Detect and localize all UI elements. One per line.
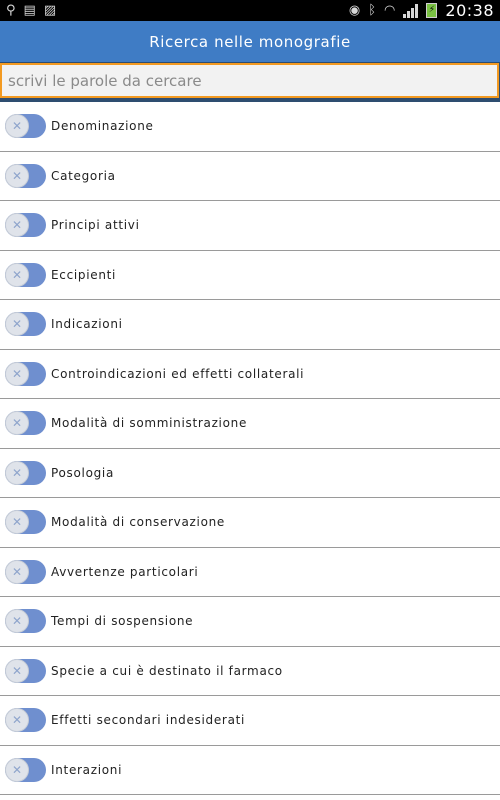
clock: 20:38 [445, 1, 494, 20]
close-icon: ✕ [5, 262, 29, 287]
filter-label: Tempi di sospensione [51, 614, 194, 629]
close-icon: ✕ [5, 114, 29, 139]
filter-row[interactable]: ✕ Eccipienti [0, 251, 500, 300]
filter-label: Interazioni [51, 762, 123, 777]
filter-toggle[interactable]: ✕ [5, 411, 46, 436]
close-icon: ✕ [5, 312, 29, 337]
eye-icon: ◉ [348, 3, 361, 18]
filter-row[interactable]: ✕ Modalità di conservazione [0, 498, 500, 548]
app-header: Ricerca nelle monografie [0, 21, 500, 62]
filter-row[interactable]: ✕ Categoria [0, 152, 500, 201]
filter-toggle[interactable]: ✕ [5, 559, 46, 584]
close-icon: ✕ [5, 510, 29, 535]
filter-toggle[interactable]: ✕ [5, 757, 46, 782]
wifi-icon: ◠ [384, 3, 396, 18]
filter-label: Modalità di conservazione [51, 515, 226, 530]
filter-label: Indicazioni [51, 317, 123, 332]
filter-row[interactable]: ✕ Principi attivi [0, 201, 500, 251]
status-bar-right: ◉ ᛒ ◠ ⚡ 20:38 [349, 1, 494, 20]
battery-charging-icon: ⚡ [426, 3, 438, 18]
filter-toggle[interactable]: ✕ [5, 114, 46, 139]
close-icon: ✕ [5, 163, 29, 188]
close-icon: ✕ [5, 213, 29, 238]
filter-label: Eccipienti [51, 267, 117, 282]
status-bar: ⚲ ▤ ▨ ◉ ᛒ ◠ ⚡ 20:38 [0, 0, 500, 21]
filter-toggle[interactable]: ✕ [5, 510, 46, 535]
filter-row[interactable]: ✕ Effetti secondari indesiderati [0, 696, 500, 746]
search-input[interactable] [0, 63, 499, 98]
filter-label: Posologia [51, 465, 115, 480]
filter-row[interactable]: ✕ Tempi di sospensione [0, 597, 500, 647]
filter-row[interactable]: ✕ Denominazione [0, 102, 500, 152]
close-icon: ✕ [5, 411, 29, 436]
filter-toggle[interactable]: ✕ [5, 658, 46, 683]
search-bar [0, 62, 500, 102]
filter-label: Controindicazioni ed effetti collaterali [51, 366, 305, 381]
filter-row[interactable]: ✕ Avvertenze particolari [0, 548, 500, 597]
close-icon: ✕ [5, 757, 29, 782]
filter-toggle[interactable]: ✕ [5, 163, 46, 188]
filter-label: Denominazione [51, 119, 154, 134]
filter-row[interactable]: ✕ Indicazioni [0, 300, 500, 350]
close-icon: ✕ [5, 708, 29, 733]
filter-toggle[interactable]: ✕ [5, 609, 46, 634]
filter-list: ✕ Denominazione ✕ Categoria ✕ Principi attivi… [0, 102, 500, 795]
close-icon: ✕ [5, 361, 29, 386]
filter-row[interactable]: ✕ Controindicazioni ed effetti collateral… [0, 350, 500, 399]
close-icon: ✕ [5, 559, 29, 584]
filter-label: Effetti secondari indesiderati [51, 713, 246, 728]
close-icon: ✕ [5, 460, 29, 485]
filter-row[interactable]: ✕ Specie a cui è destinato il farmaco [0, 647, 500, 696]
filter-toggle[interactable]: ✕ [5, 361, 46, 386]
status-bar-left: ⚲ ▤ ▨ [6, 4, 56, 17]
filter-label: Specie a cui è destinato il farmaco [51, 663, 283, 678]
bluetooth-icon: ᛒ [368, 3, 377, 18]
sim-card-icon: ▤ [23, 3, 36, 18]
filter-row[interactable]: ✕ Modalità di somministrazione [0, 399, 500, 449]
usb-icon: ⚲ [6, 3, 16, 18]
close-icon: ✕ [5, 658, 29, 683]
image-icon: ▨ [43, 3, 57, 18]
filter-row[interactable]: ✕ Interazioni [0, 746, 500, 795]
filter-toggle[interactable]: ✕ [5, 708, 46, 733]
signal-icon [403, 3, 419, 18]
filter-toggle[interactable]: ✕ [5, 262, 46, 287]
close-icon: ✕ [5, 609, 29, 634]
filter-toggle[interactable]: ✕ [5, 312, 46, 337]
filter-label: Avvertenze particolari [51, 564, 199, 579]
page-title: Ricerca nelle monografie [149, 32, 351, 51]
filter-label: Principi attivi [51, 218, 140, 233]
filter-label: Categoria [51, 168, 116, 183]
filter-toggle[interactable]: ✕ [5, 213, 46, 238]
filter-row[interactable]: ✕ Posologia [0, 449, 500, 498]
filter-toggle[interactable]: ✕ [5, 460, 46, 485]
filter-label: Modalità di somministrazione [51, 416, 248, 431]
